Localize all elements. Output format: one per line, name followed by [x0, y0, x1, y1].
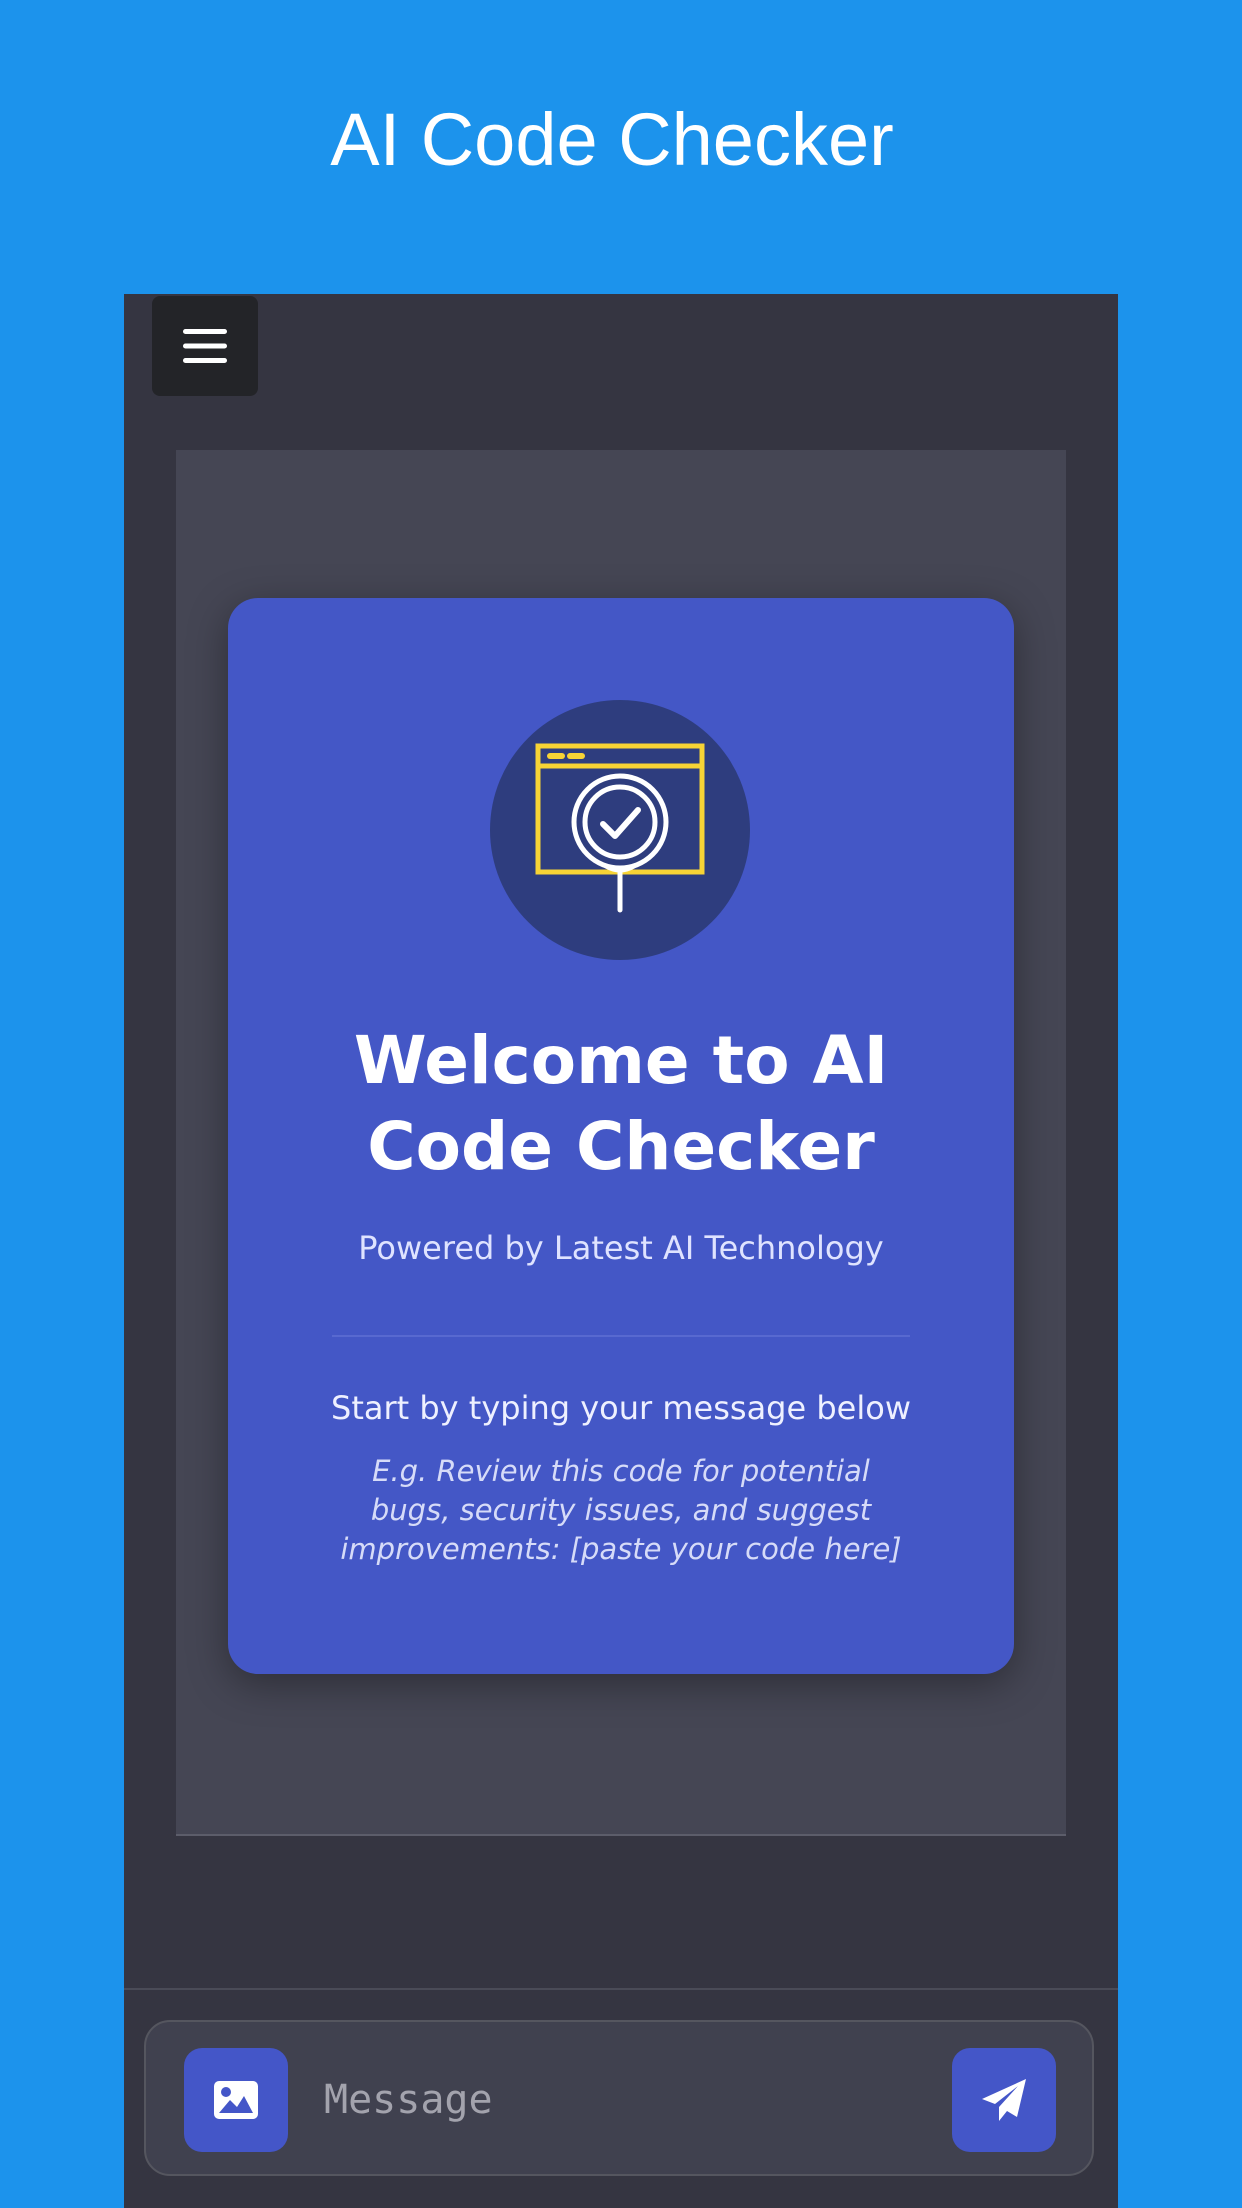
- hamburger-menu-icon: [183, 329, 227, 363]
- page-title: AI Code Checker: [330, 98, 894, 181]
- image-upload-button[interactable]: [184, 2048, 288, 2152]
- chat-area: Welcome to AI Code Checker Powered by La…: [176, 450, 1066, 1836]
- composer-divider: [124, 1988, 1118, 1990]
- message-composer: [144, 2020, 1094, 2176]
- logo-badge: [490, 700, 750, 960]
- welcome-heading: Welcome to AI Code Checker: [353, 1022, 889, 1185]
- powered-by-text: Powered by Latest AI Technology: [358, 1229, 884, 1267]
- welcome-card: Welcome to AI Code Checker Powered by La…: [228, 598, 1014, 1674]
- menu-button[interactable]: [152, 296, 258, 396]
- start-instruction: Start by typing your message below: [331, 1389, 911, 1427]
- example-prompt: E.g. Review this code for potential bugs…: [340, 1454, 902, 1566]
- message-input[interactable]: [324, 2060, 914, 2140]
- send-button[interactable]: [952, 2048, 1056, 2152]
- app-frame: Welcome to AI Code Checker Powered by La…: [124, 294, 1118, 2208]
- code-check-badge-icon: [535, 743, 705, 913]
- paper-plane-send-icon: [982, 2079, 1026, 2121]
- card-divider: [332, 1335, 910, 1337]
- image-upload-icon: [214, 2081, 258, 2119]
